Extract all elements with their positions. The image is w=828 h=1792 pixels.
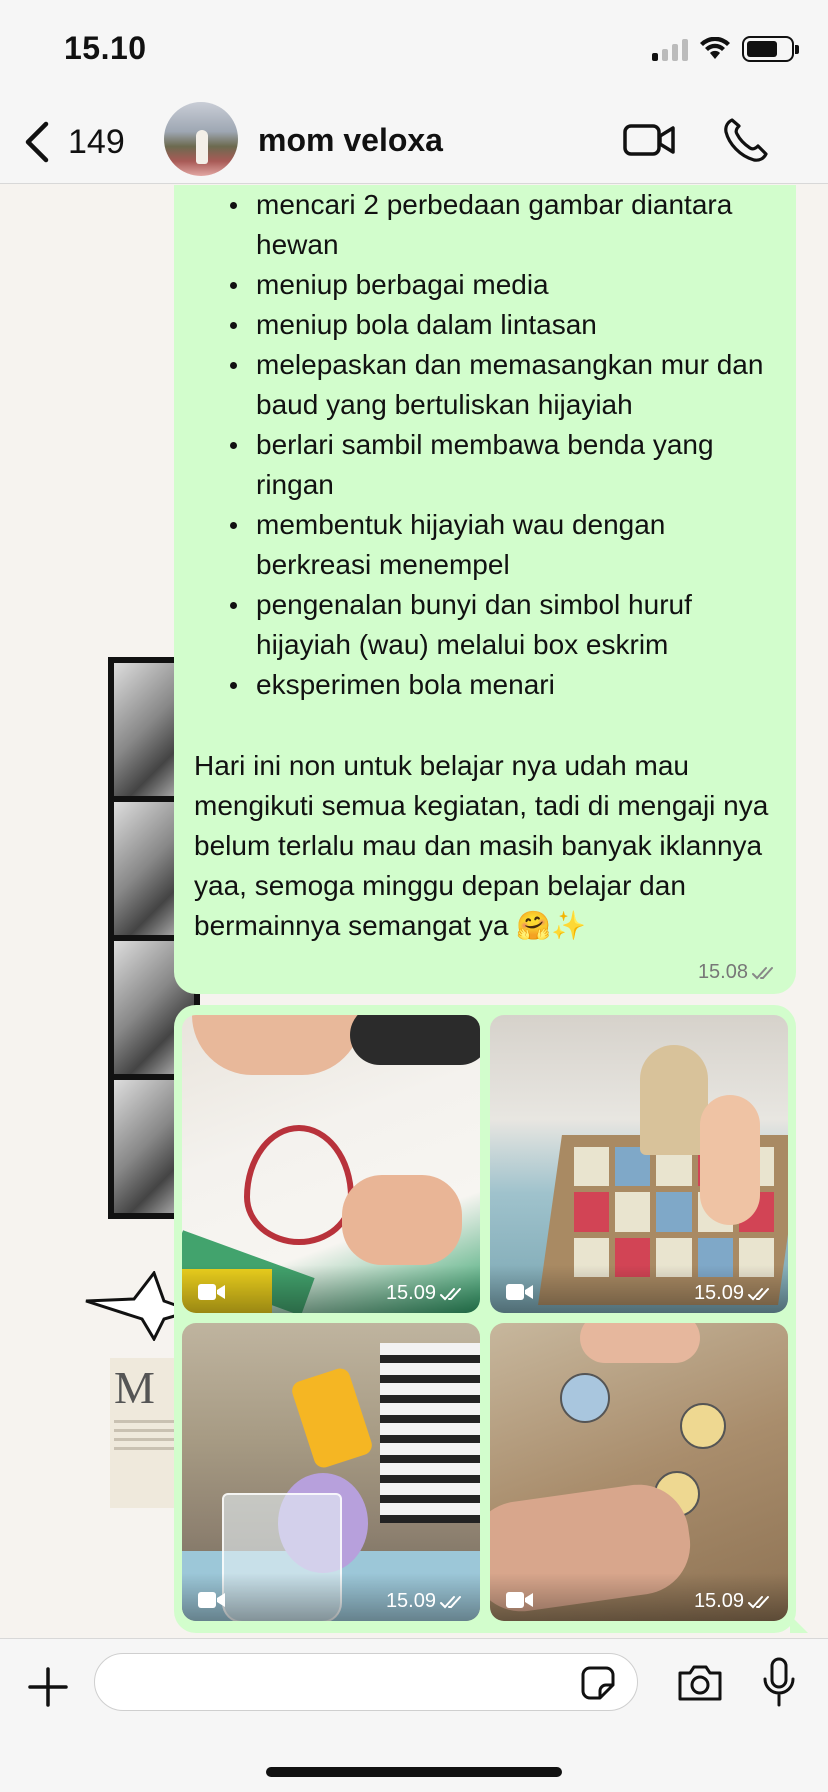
list-item: mencari 2 perbedaan gambar diantara hewa…: [202, 185, 782, 265]
chat-area[interactable]: M mencari 2 perbedaan gambar diantara he…: [0, 185, 828, 1638]
read-receipt-icon: [752, 966, 773, 979]
media-timestamp: 15.09: [694, 1590, 774, 1613]
media-album[interactable]: 15.09 15.09 15.09 15.09: [174, 1005, 796, 1633]
video-call-icon[interactable]: [622, 118, 676, 162]
status-time: 15.10: [64, 30, 147, 66]
list-item: melepaskan dan memasangkan mur dan baud …: [202, 345, 782, 425]
media-timestamp: 15.09: [694, 1282, 774, 1305]
contact-name[interactable]: mom veloxa: [258, 122, 443, 159]
video-thumbnail[interactable]: 15.09: [490, 1323, 788, 1621]
video-thumbnail[interactable]: 15.09: [182, 1323, 480, 1621]
battery-icon: [742, 36, 799, 62]
video-camera-icon: [198, 1284, 225, 1300]
video-camera-icon: [198, 1592, 225, 1608]
unread-count: 149: [68, 122, 125, 161]
wifi-icon: [700, 37, 730, 59]
plus-icon[interactable]: [28, 1667, 68, 1707]
video-thumbnail[interactable]: 15.09: [182, 1015, 480, 1313]
cellular-signal-icon: [652, 37, 688, 61]
list-item: meniup berbagai media: [202, 265, 782, 305]
video-camera-icon: [506, 1284, 533, 1300]
video-thumbnail[interactable]: 15.09: [490, 1015, 788, 1313]
read-receipt-icon: [748, 1287, 769, 1300]
message-text: Hari ini non untuk belajar nya udah mau …: [194, 750, 769, 941]
read-receipt-icon: [440, 1287, 461, 1300]
media-timestamp: 15.09: [386, 1590, 466, 1613]
message-input[interactable]: [94, 1653, 638, 1711]
message-time: 15.08: [697, 961, 748, 983]
phone-call-icon[interactable]: [722, 116, 768, 164]
chat-header: 149 mom veloxa: [0, 100, 828, 184]
camera-icon[interactable]: [676, 1663, 724, 1703]
video-camera-icon: [506, 1592, 533, 1608]
status-icons: [652, 36, 799, 62]
list-item: berlari sambil membawa benda yang ringan: [202, 425, 782, 505]
back-button[interactable]: 149: [20, 114, 125, 170]
list-item: meniup bola dalam lintasan: [202, 305, 782, 345]
read-receipt-icon: [440, 1595, 461, 1608]
activity-list: mencari 2 perbedaan gambar diantara hewa…: [202, 185, 782, 705]
outgoing-message-bubble[interactable]: mencari 2 perbedaan gambar diantara hewa…: [174, 185, 796, 994]
list-item: pengenalan bunyi dan simbol huruf hijayi…: [202, 585, 782, 665]
avatar[interactable]: [164, 102, 238, 176]
sticker-icon[interactable]: [580, 1665, 616, 1701]
chevron-left-icon: [25, 121, 49, 163]
list-item: eksperimen bola menari: [202, 665, 782, 705]
read-receipt-icon: [748, 1595, 769, 1608]
message-timestamp: 15.08: [698, 961, 778, 984]
home-indicator: [266, 1767, 562, 1777]
message-input-bar: [0, 1638, 828, 1792]
status-bar: 15.10: [0, 0, 828, 100]
media-timestamp: 15.09: [386, 1282, 466, 1305]
list-item: membentuk hijayiah wau dengan berkreasi …: [202, 505, 782, 585]
microphone-icon[interactable]: [762, 1657, 796, 1709]
